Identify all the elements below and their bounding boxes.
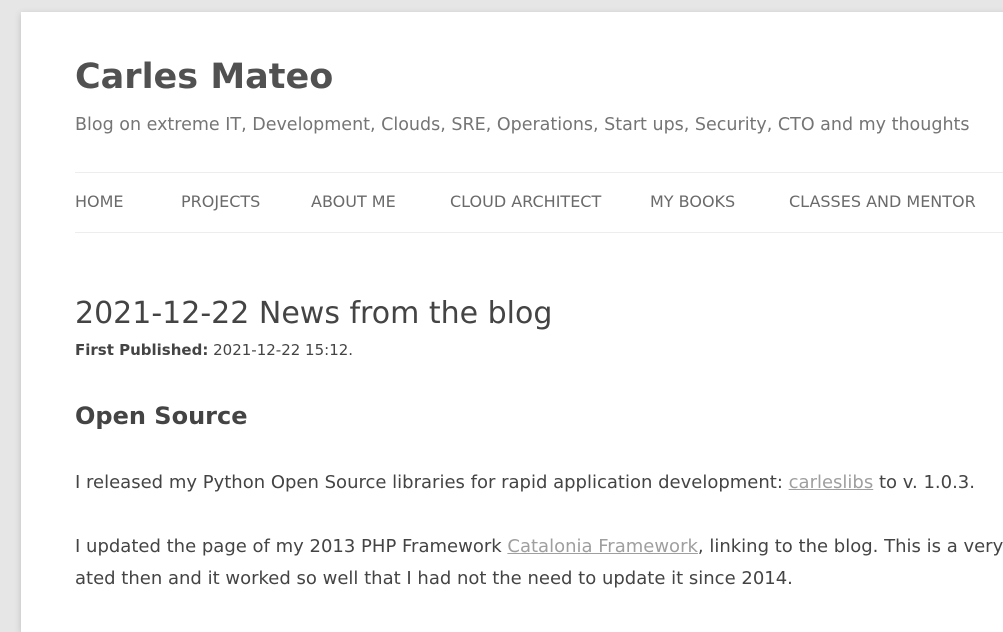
carleslibs-link[interactable]: carleslibs xyxy=(789,472,874,493)
published-date: First Published: 2021-12-22 15:12. xyxy=(75,340,353,360)
published-value: 2021-12-22 15:12. xyxy=(213,341,354,359)
paragraph-continuation: ated then and it worked so well that I h… xyxy=(75,568,793,589)
nav-item-my-books[interactable]: MY BOOKS xyxy=(650,192,735,212)
post-title[interactable]: 2021-12-22 News from the blog xyxy=(75,296,552,332)
nav-item-about-me[interactable]: ABOUT ME xyxy=(311,192,396,212)
published-label: First Published: xyxy=(75,341,209,359)
paragraph-catalonia-framework: I updated the page of my 2013 PHP Framew… xyxy=(75,536,1003,558)
catalonia-framework-link[interactable]: Catalonia Framework xyxy=(507,536,698,557)
p2-text-before: I updated the page of my 2013 PHP Framew… xyxy=(75,536,508,557)
section-heading-open-source: Open Source xyxy=(75,402,248,430)
nav-item-cloud-architect[interactable]: CLOUD ARCHITECT xyxy=(450,192,601,212)
page-container: Carles Mateo Blog on extreme IT, Develop… xyxy=(21,12,1003,632)
p1-text-before: I released my Python Open Source librari… xyxy=(75,472,789,493)
nav-item-home[interactable]: HOME xyxy=(75,192,124,212)
nav-item-projects[interactable]: PROJECTS xyxy=(181,192,260,212)
site-title[interactable]: Carles Mateo xyxy=(75,56,333,98)
site-description: Blog on extreme IT, Development, Clouds,… xyxy=(75,115,970,135)
main-navigation: HOME PROJECTS ABOUT ME CLOUD ARCHITECT M… xyxy=(75,172,1003,233)
p1-text-after: to v. 1.0.3. xyxy=(873,472,975,493)
paragraph-carleslibs: I released my Python Open Source librari… xyxy=(75,472,975,494)
p2-text-after: , linking to the blog. This is a very ni… xyxy=(697,536,1003,557)
nav-item-classes-and-mentor[interactable]: CLASSES AND MENTOR xyxy=(789,192,976,212)
